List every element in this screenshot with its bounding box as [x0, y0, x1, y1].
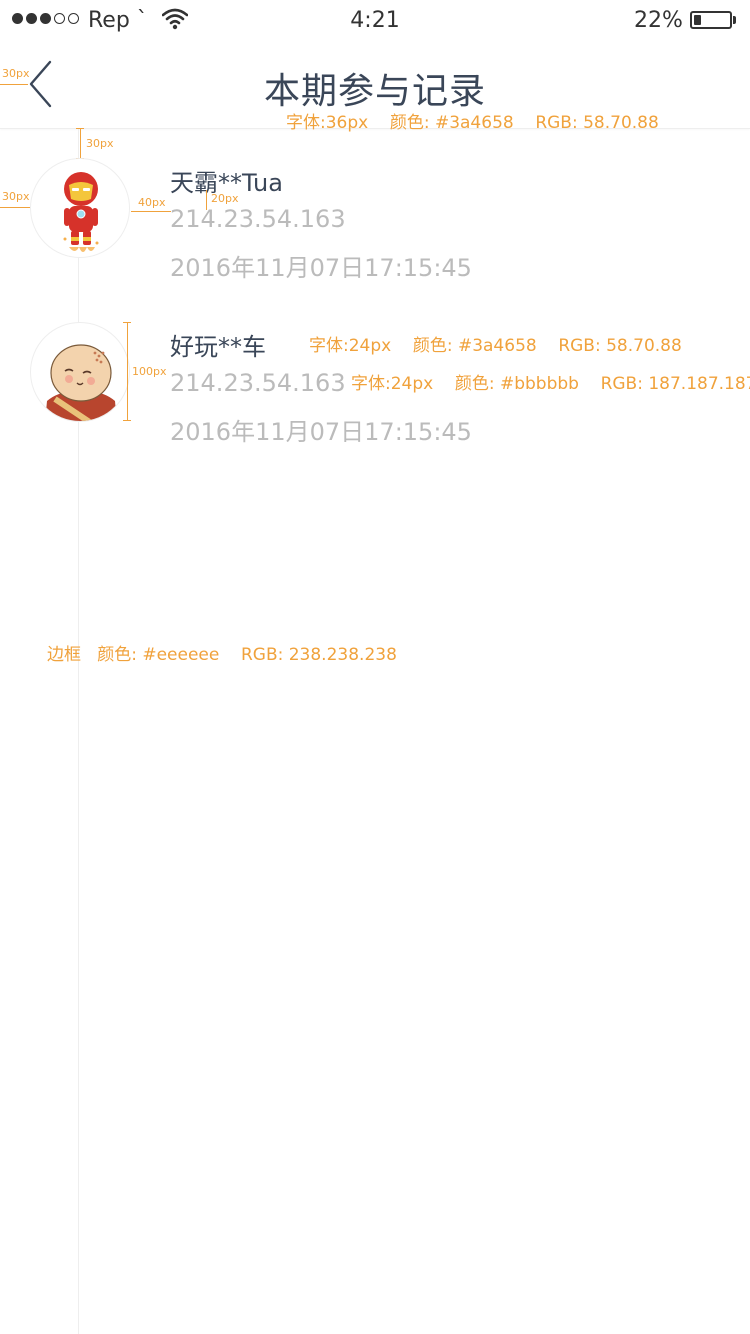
top-gap-tick	[76, 128, 84, 129]
avatar	[30, 158, 130, 258]
avatar-size-tick-bottom	[123, 420, 131, 421]
record-name: 好玩**车	[170, 333, 266, 361]
battery-cap	[733, 16, 736, 24]
avatar	[30, 322, 130, 422]
battery-fill	[694, 15, 701, 25]
ironman-avatar-icon	[63, 172, 99, 252]
back-margin-measure	[0, 84, 28, 85]
bald-kid-avatar-icon	[45, 344, 117, 421]
record-datetime: 2016年11月07日17:15:45	[170, 254, 472, 282]
back-margin-label: 30px	[2, 67, 30, 80]
battery-percent: 22%	[634, 8, 683, 33]
record-ip: 214.23.54.163	[170, 205, 346, 233]
page-title: 本期参与记录	[263, 71, 486, 112]
avatar-gap-label: 40px	[138, 196, 166, 209]
left-margin-measure	[0, 207, 30, 208]
status-bar: Rep ˋ 4:21 22%	[0, 0, 750, 42]
name-offset-measure	[206, 190, 207, 210]
avatar-size-measure	[127, 322, 128, 420]
timeline-line	[78, 128, 79, 1334]
border-spec-annotation: 边框 颜色: #eeeeee RGB: 238.238.238	[47, 645, 397, 665]
battery-icon	[690, 11, 732, 29]
top-gap-label: 30px	[86, 137, 114, 150]
record-datetime: 2016年11月07日17:15:45	[170, 418, 472, 446]
avatar-size-tick-top	[123, 322, 131, 323]
meta-spec-annotation: 字体:24px 颜色: #bbbbbb RGB: 187.187.187	[351, 374, 750, 394]
left-margin-label: 30px	[2, 190, 30, 203]
avatar-gap-measure	[131, 211, 171, 212]
avatar-size-label: 100px	[132, 365, 167, 378]
top-gap-measure	[80, 128, 81, 158]
title-spec-annotation: 字体:36px 颜色: #3a4658 RGB: 58.70.88	[286, 113, 659, 133]
name-offset-label: 20px	[211, 192, 239, 205]
record-ip: 214.23.54.163	[170, 369, 346, 397]
name-spec-annotation: 字体:24px 颜色: #3a4658 RGB: 58.70.88	[309, 336, 682, 356]
